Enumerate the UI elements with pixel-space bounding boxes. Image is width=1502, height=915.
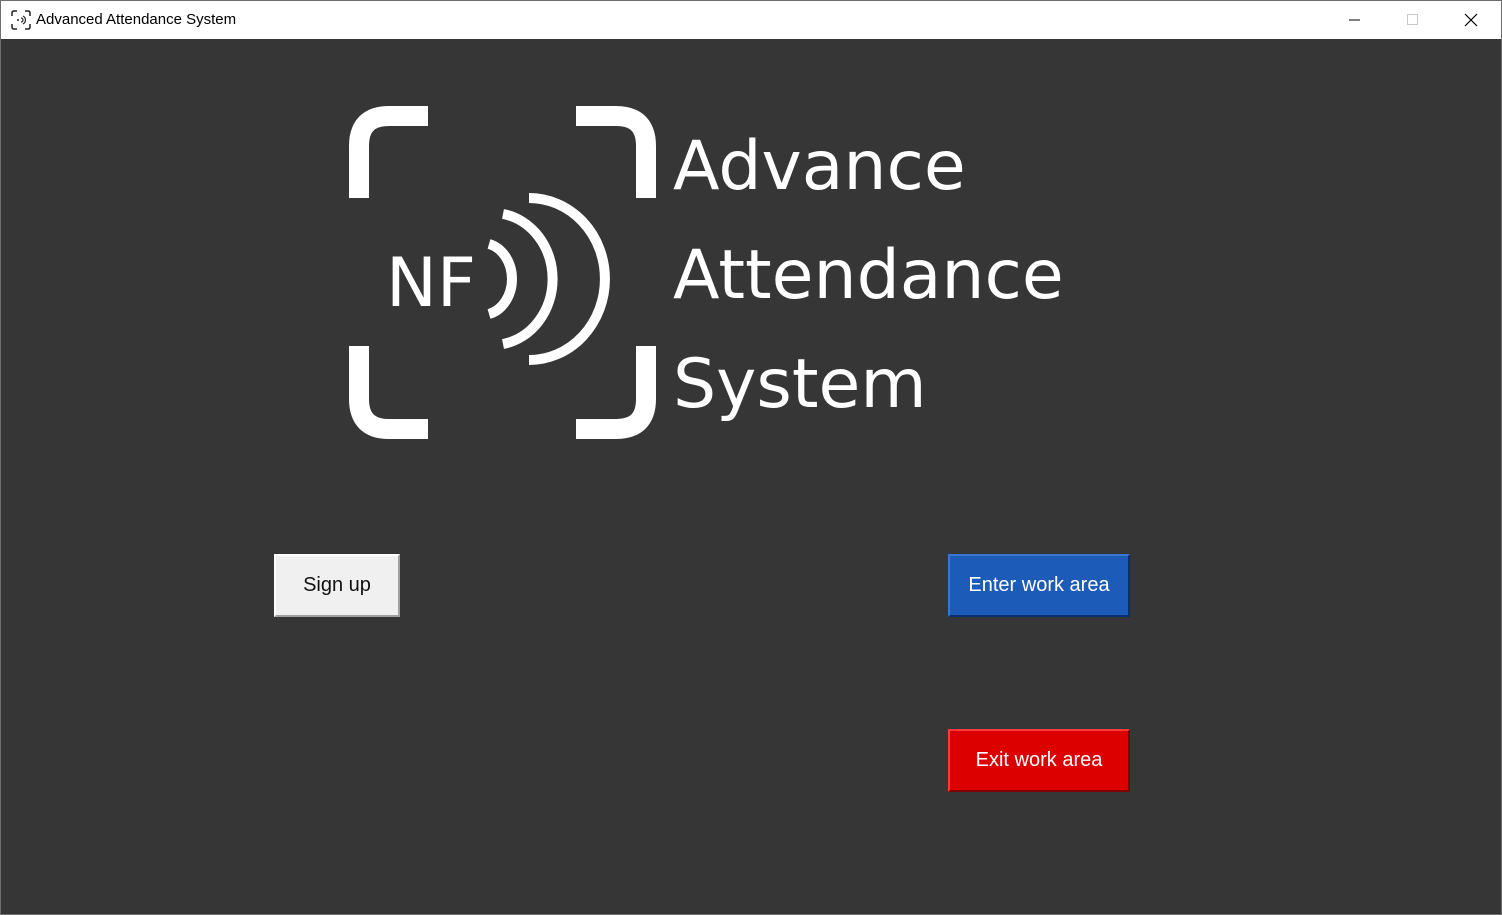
close-icon: [1464, 13, 1478, 27]
exit-work-area-button[interactable]: Exit work area: [948, 729, 1130, 792]
app-logo: NF Advance Attendance System: [349, 106, 1064, 439]
minimize-button[interactable]: [1326, 1, 1384, 39]
close-button[interactable]: [1442, 1, 1500, 39]
minimize-icon: [1349, 19, 1360, 21]
app-window: Advanced Attendance System NF Advance At…: [0, 0, 1502, 915]
logo-line-system: System: [673, 345, 927, 424]
nfc-app-icon: [11, 10, 31, 30]
window-title: Advanced Attendance System: [36, 11, 237, 28]
title-bar[interactable]: Advanced Attendance System: [1, 1, 1501, 39]
main-content: NF Advance Attendance System Sign up Ent…: [1, 39, 1501, 914]
logo-line-advance: Advance: [673, 127, 966, 206]
maximize-button[interactable]: [1384, 1, 1442, 39]
sign-up-button[interactable]: Sign up: [274, 554, 400, 617]
logo-badge-text: NF: [386, 244, 476, 323]
maximize-icon: [1407, 14, 1418, 25]
nfc-waves-icon: [487, 193, 610, 365]
enter-work-area-button[interactable]: Enter work area: [948, 554, 1130, 617]
logo-line-attendance: Attendance: [673, 236, 1064, 315]
